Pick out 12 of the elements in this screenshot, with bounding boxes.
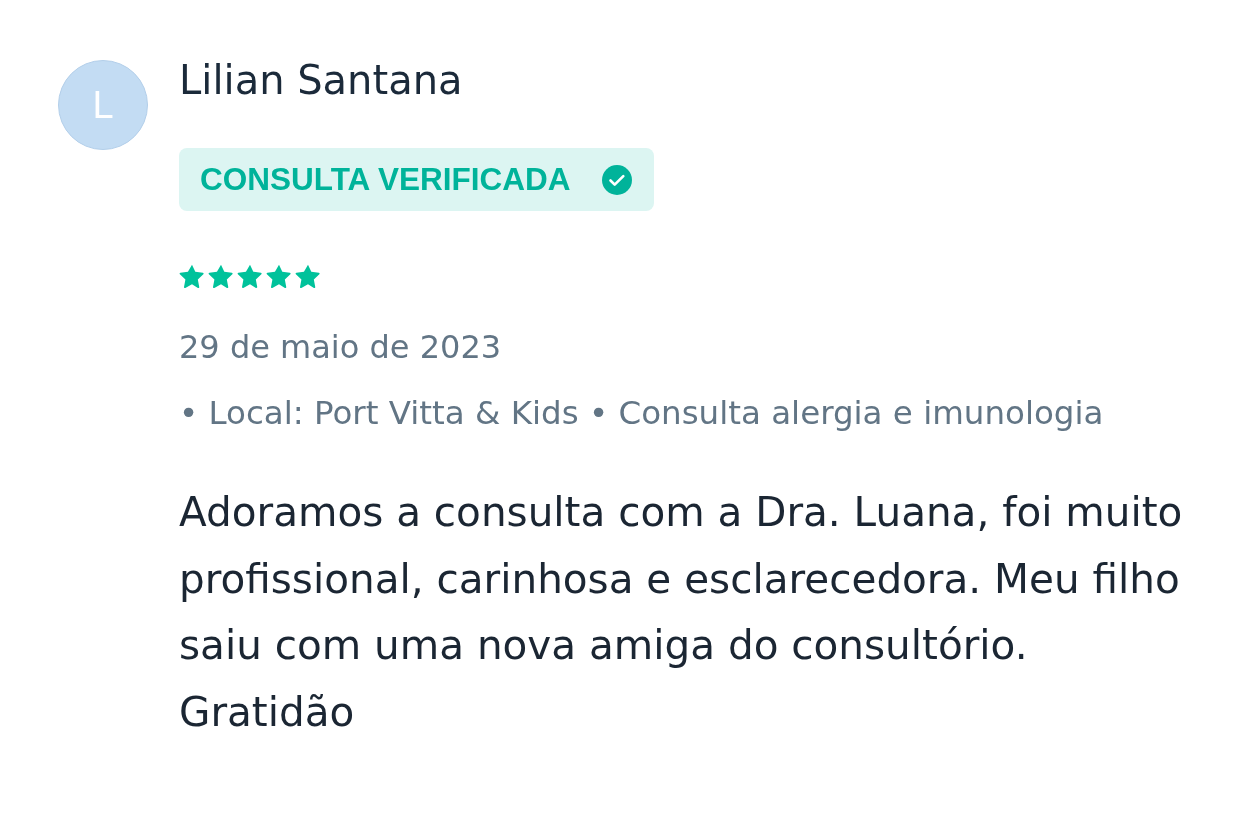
- star-icon: [179, 263, 205, 289]
- badge-label: CONSULTA VERIFICADA: [200, 161, 571, 198]
- check-circle-icon: [602, 164, 633, 195]
- star-icon: [266, 263, 292, 289]
- reviewer-name: Lilian Santana: [179, 58, 463, 102]
- review-text: Adoramos a consulta com a Dra. Luana, foi muito profissional, carinhosa e esclarecedora. Meu filho saiu com uma nova amiga do consultório. Gratidão: [179, 487, 1184, 738]
- star-icon: [208, 263, 234, 289]
- star-icon: [237, 263, 263, 289]
- review-date: 29 de maio de 2023: [179, 327, 502, 367]
- star-icon: [295, 263, 321, 289]
- review-details: • Local: Port Vitta & Kids • Consulta alergia e imunologia: [179, 393, 1104, 433]
- avatar: L: [58, 60, 148, 150]
